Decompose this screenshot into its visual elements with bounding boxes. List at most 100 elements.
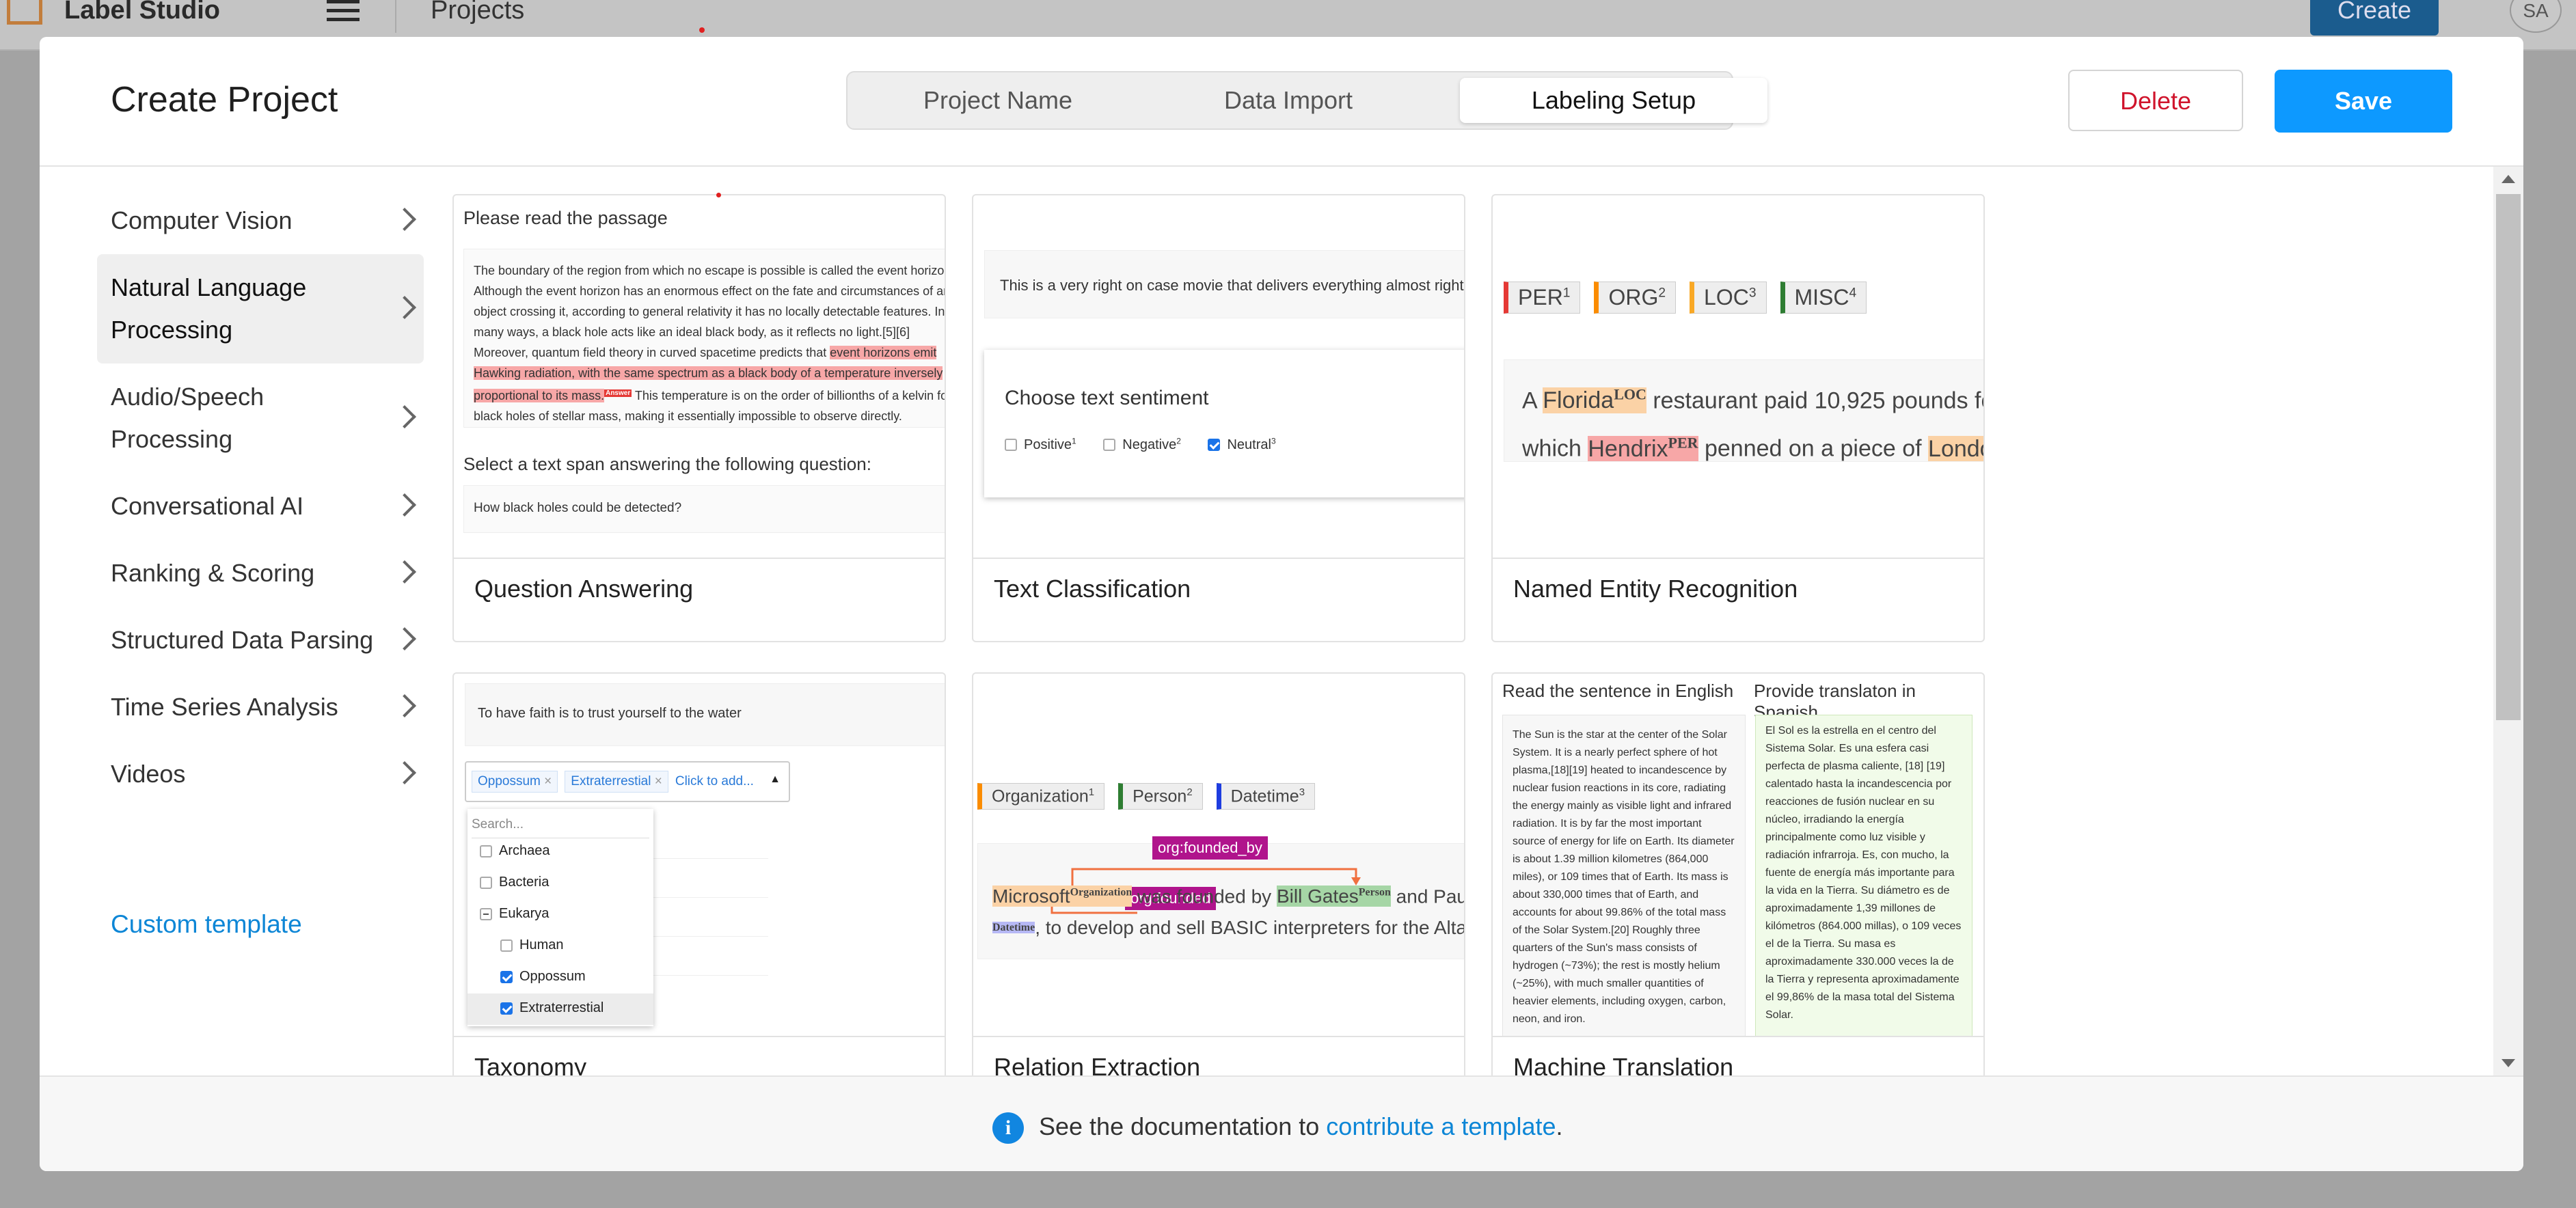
template-card-machine-translation[interactable]: Read the sentence in English Provide tra… [1491,672,1985,1121]
sidebar-item-ranking-scoring[interactable]: Ranking & Scoring [97,540,424,607]
choice-label: Negative [1122,437,1177,452]
scroll-up-arrow-icon[interactable] [2502,175,2515,183]
modal-header: Create Project Project Name Data Import … [40,37,2523,167]
tree-item-oppossum[interactable]: Oppossum [500,969,586,985]
choice-neutral[interactable]: Neutral3 [1208,436,1276,452]
menu-hamburger-icon[interactable] [327,0,360,22]
qa-header: Please read the passage [463,208,668,228]
choice-positive[interactable]: Positive1 [1005,436,1076,452]
tag-remove-icon[interactable]: × [655,774,662,788]
sidebar-item-conversational-ai[interactable]: Conversational AI [97,473,424,540]
tree-item-bacteria[interactable]: Bacteria [480,875,549,890]
create-project-modal: Create Project Project Name Data Import … [40,37,2523,1171]
content-scrollbar[interactable] [2493,167,2523,1075]
app-logo-text: Label Studio [64,0,220,25]
mt-source-text: The Sun is the star at the center of the… [1502,715,1746,1036]
card-preview: Read the sentence in English Provide tra… [1493,674,1983,1037]
tree-item-archaea[interactable]: Archaea [480,843,550,859]
checkbox-checked-icon [500,1002,513,1015]
template-card-relation-extraction[interactable]: Organization1 Person2 Datetime3 org:founde… [972,672,1465,1121]
step-tabs: Project Name Data Import Labeling Setup [846,71,1767,130]
passage-text: The boundary of the region from which no… [474,264,945,359]
taxonomy-search-input[interactable]: Search... [472,812,649,838]
tag-oppossum[interactable]: Oppossum × [472,771,558,793]
sidebar-item-time-series[interactable]: Time Series Analysis [97,674,424,741]
tc-text: This is a very right on case movie that … [984,250,1464,318]
entity-microsoft[interactable]: MicrosoftOrganization [992,886,1133,907]
scroll-down-arrow-icon[interactable] [2502,1059,2515,1067]
click-to-add[interactable]: Click to add... [675,774,754,788]
entity-hendrix[interactable]: HendrixPER [1588,434,1698,461]
qa-question: How black holes could be detected? [463,485,945,533]
tab-data-import[interactable]: Data Import [1145,78,1431,123]
template-card-question-answering[interactable]: Please read the passage The boundary of … [452,194,946,642]
create-project-button[interactable]: Create [2310,0,2439,36]
template-card-taxonomy[interactable]: To have faith is to trust yourself to th… [452,672,946,1121]
chevron-right-icon [393,296,416,319]
red-dot-marker [716,193,721,197]
qa-question-prompt: Select a text span answering the followi… [463,454,871,474]
card-preview: To have faith is to trust yourself to th… [454,674,945,1037]
label-studio-logo-icon [7,0,42,25]
template-category-sidebar: Computer Vision Natural Language Process… [97,187,424,808]
card-preview: This is a very right on case movie that … [973,195,1464,559]
template-card-text-classification[interactable]: This is a very right on case movie that … [972,194,1465,642]
card-preview: PER1 ORG2 LOC3 MISC4 A FloridaLOC restauran… [1493,195,1983,559]
chevron-right-icon [393,560,416,584]
tag-remove-icon[interactable]: × [544,774,552,788]
chevron-right-icon [393,493,416,517]
label-misc[interactable]: MISC4 [1780,282,1867,314]
breadcrumb-projects[interactable]: Projects [431,0,524,25]
custom-template-link[interactable]: Custom template [111,910,302,939]
tree-item-eukarya[interactable]: Eukarya [480,906,549,922]
chevron-right-icon [393,694,416,717]
relation-label-founded-by[interactable]: org:founded_by [1152,836,1268,860]
contribute-template-link[interactable]: contribute a template [1326,1112,1556,1140]
choice-hotkey: 1 [1072,436,1076,445]
choice-negative[interactable]: Negative2 [1103,436,1181,452]
checkbox-partial-icon [480,907,492,920]
sidebar-item-structured-data[interactable]: Structured Data Parsing [97,607,424,674]
entity-london[interactable]: London [1928,435,1983,461]
sidebar-item-label: Natural Language Processing [111,273,307,344]
red-dot-marker [699,27,705,33]
mt-translation-textarea[interactable]: El Sol es la estrella en el centro del S… [1755,715,1972,1036]
label-loc[interactable]: LOC3 [1690,282,1767,314]
sidebar-item-label: Videos [111,760,186,788]
sidebar-item-label: Conversational AI [111,492,304,520]
delete-button[interactable]: Delete [2068,70,2243,131]
header-divider [395,0,396,33]
chevron-right-icon [393,208,416,231]
template-card-ner[interactable]: PER1 ORG2 LOC3 MISC4 A FloridaLOC restauran… [1491,194,1985,642]
tree-item-human[interactable]: Human [500,937,563,953]
sidebar-item-videos[interactable]: Videos [97,741,424,808]
checkbox-icon [1005,439,1017,452]
tag-extraterrestial[interactable]: Extraterrestial × [565,771,668,793]
card-title: Named Entity Recognition [1513,575,1798,603]
checkbox-icon [480,845,492,857]
sidebar-item-audio-speech[interactable]: Audio/Speech Processing [97,363,424,473]
sidebar-item-label: Computer Vision [111,206,293,234]
tree-item-extraterrestial[interactable]: Extraterrestial [500,1000,604,1016]
tab-labeling-setup[interactable]: Labeling Setup [1460,78,1767,123]
entity-bill-gates[interactable]: Bill GatesPerson [1276,886,1391,907]
sidebar-item-label: Ranking & Scoring [111,559,315,587]
label-per[interactable]: PER1 [1504,282,1581,314]
rel-text: MicrosoftOrganization was founded by Bil… [992,886,1464,939]
ner-label-bar: PER1 ORG2 LOC3 MISC4 [1504,282,1880,314]
entity-florida[interactable]: FloridaLOC [1543,386,1646,414]
taxonomy-selector[interactable]: Oppossum × Extraterrestial × Click to add.… [465,761,790,802]
chevron-right-icon [393,405,416,428]
tab-project-name[interactable]: Project Name [854,78,1141,123]
sidebar-item-computer-vision[interactable]: Computer Vision [97,187,424,254]
tc-choice-panel: Choose text sentiment Positive1 Negative… [984,350,1464,497]
sidebar-item-nlp[interactable]: Natural Language Processing [97,254,424,363]
label-org[interactable]: ORG2 [1594,282,1677,314]
scrollbar-thumb[interactable] [2496,194,2521,720]
user-avatar[interactable]: SA [2510,0,2562,33]
tc-prompt: Choose text sentiment [1005,387,1209,409]
checkbox-icon [480,876,492,889]
choice-label: Positive [1024,437,1072,452]
entity-datetime[interactable]: Datetime [992,922,1035,934]
save-button[interactable]: Save [2275,70,2452,133]
